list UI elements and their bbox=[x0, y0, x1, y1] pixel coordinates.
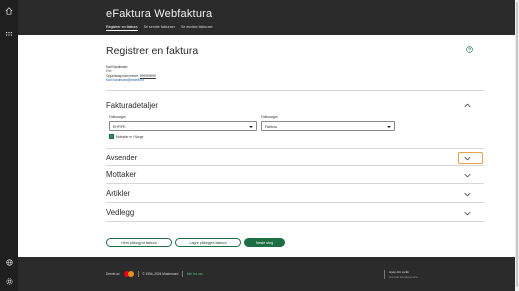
home-icon[interactable] bbox=[0, 6, 18, 16]
divider bbox=[106, 202, 484, 203]
invoice-type-select[interactable]: Faktura bbox=[261, 121, 395, 131]
chevron-down-icon[interactable] bbox=[464, 211, 471, 216]
divider bbox=[106, 90, 484, 91]
invoice-format-label: Fakturatype bbox=[109, 115, 126, 119]
divider bbox=[106, 183, 484, 184]
left-rail bbox=[0, 0, 18, 291]
footer-help-sub[interactable]: Kontakt kundeservice bbox=[389, 275, 418, 280]
section-title-attachments[interactable]: Vedlegg bbox=[106, 208, 134, 217]
app-header: eFaktura Webfaktura Registrer en faktura… bbox=[18, 0, 519, 35]
chevron-down-icon[interactable] bbox=[464, 156, 471, 161]
page-title: Registrer en faktura bbox=[106, 45, 199, 57]
footer-left: Drevet av © 1994–2024 Mastercard Mer fra… bbox=[106, 271, 203, 277]
recipient-in-norway-checkbox[interactable] bbox=[109, 134, 114, 139]
mastercard-logo bbox=[123, 271, 134, 277]
user-info: Kari Nordmann Eier Organisasjonsnummer: … bbox=[106, 65, 156, 83]
chevron-up-icon[interactable] bbox=[464, 103, 471, 108]
chevron-down-icon[interactable] bbox=[464, 192, 471, 197]
nav-item-sent[interactable]: Se sendte fakturaer bbox=[144, 25, 175, 31]
settings-icon[interactable] bbox=[0, 276, 18, 286]
divider bbox=[106, 148, 484, 149]
invoice-type-label: Fakturatype bbox=[261, 115, 278, 119]
section-title-invoice-details[interactable]: Fakturadetaljer bbox=[106, 101, 158, 110]
globe-icon[interactable] bbox=[0, 257, 18, 267]
footer-copyright: © 1994–2024 Mastercard bbox=[142, 272, 179, 276]
scrollbar-thumb[interactable] bbox=[516, 2, 518, 287]
help-icon[interactable] bbox=[466, 46, 473, 53]
divider bbox=[106, 221, 484, 222]
divider bbox=[106, 165, 484, 166]
footer-link[interactable]: Mer fra oss bbox=[187, 272, 203, 276]
section-title-sender[interactable]: Avsender bbox=[106, 153, 137, 162]
invoice-format-value: EHF/PE bbox=[113, 124, 126, 129]
app-title: eFaktura Webfaktura bbox=[106, 8, 213, 20]
nav-item-rejected[interactable]: Se avviste fakturaer bbox=[181, 25, 213, 31]
load-draft-button[interactable]: Hent påbegynt faktura bbox=[106, 238, 172, 247]
section-title-articles[interactable]: Artikler bbox=[106, 189, 130, 198]
section-title-recipient[interactable]: Mottaker bbox=[106, 170, 136, 179]
grid-icon[interactable] bbox=[0, 30, 18, 40]
footer-driven-by: Drevet av bbox=[106, 272, 120, 276]
divider bbox=[182, 271, 183, 277]
invoice-format-select[interactable]: EHF/PE bbox=[109, 121, 257, 131]
org-number: 999999999 bbox=[139, 73, 156, 78]
footer-help: Hjelp ditt språk Kontakt kundeservice bbox=[384, 270, 418, 280]
recipient-in-norway-label: Mottaker er i Norge bbox=[116, 134, 144, 139]
divider bbox=[137, 271, 139, 277]
save-draft-button[interactable]: Lagre påbegynt faktura bbox=[175, 238, 241, 247]
next-step-button[interactable]: Neste steg bbox=[244, 238, 285, 247]
main-content: Registrer en faktura Kari Nordmann Eier … bbox=[18, 35, 519, 257]
chevron-down-icon bbox=[249, 125, 253, 128]
chevron-down-icon bbox=[387, 125, 391, 128]
org-number-label: Organisasjonsnummer: bbox=[106, 73, 139, 78]
invoice-type-value: Faktura bbox=[265, 124, 277, 129]
nav-item-register[interactable]: Registrer en faktura bbox=[106, 25, 138, 31]
footer: Drevet av © 1994–2024 Mastercard Mer fra… bbox=[18, 257, 519, 291]
main-nav: Registrer en faktura Se sendte fakturaer… bbox=[106, 25, 213, 31]
user-email[interactable]: Kari.Nordmann@bedrift.no bbox=[106, 78, 156, 82]
chevron-down-icon[interactable] bbox=[464, 173, 471, 178]
